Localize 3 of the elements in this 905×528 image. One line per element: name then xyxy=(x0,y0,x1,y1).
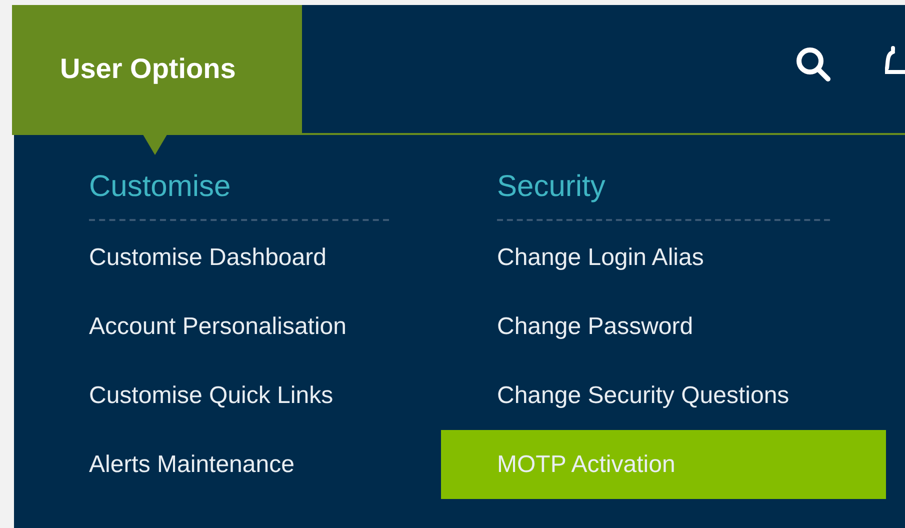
section-heading: Customise xyxy=(89,168,231,204)
user-options-tab[interactable]: User Options xyxy=(12,5,302,133)
section-heading: Security xyxy=(497,168,606,204)
